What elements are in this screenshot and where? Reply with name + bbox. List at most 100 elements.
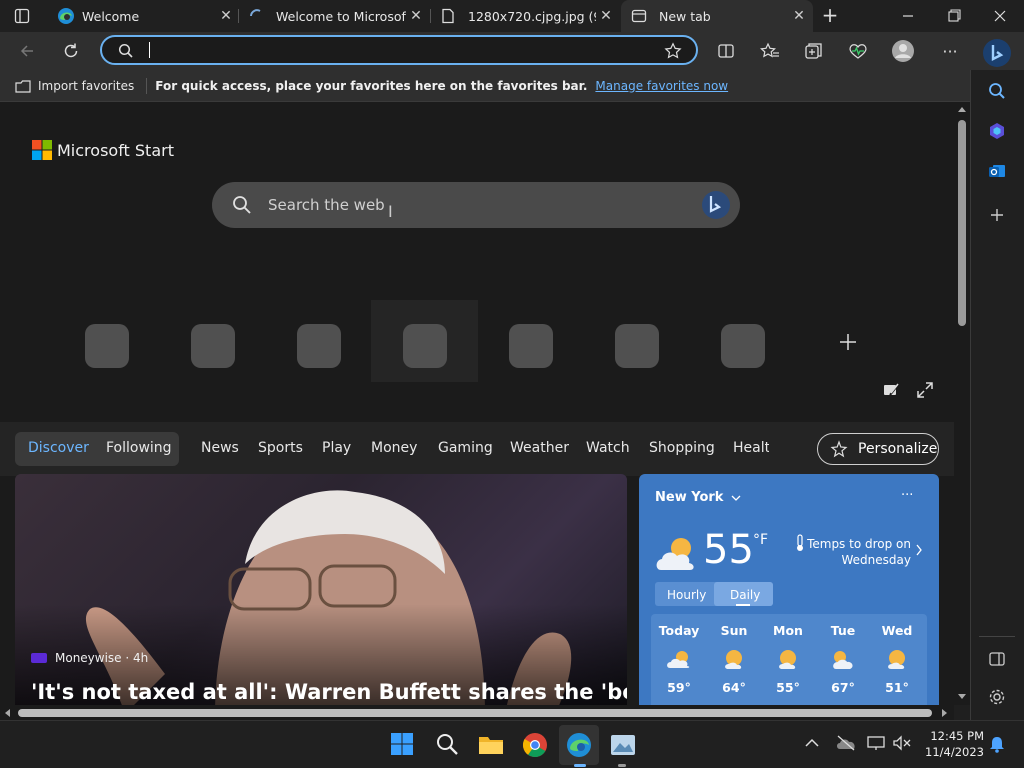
tab-hourly[interactable]: Hourly [667, 588, 706, 602]
horizontal-scrollbar[interactable] [0, 705, 954, 720]
sidebar-search-icon[interactable] [988, 82, 1006, 100]
vertical-scroll-thumb[interactable] [958, 120, 966, 326]
close-window-icon[interactable] [990, 8, 1010, 24]
outlook-icon[interactable] [988, 162, 1006, 180]
address-bar[interactable] [100, 35, 698, 65]
copilot-icon[interactable] [988, 122, 1006, 140]
weather-location-picker[interactable]: New York [655, 490, 741, 505]
expand-icon[interactable] [916, 381, 934, 399]
manage-favorites-link[interactable]: Manage favorites now [595, 79, 728, 93]
favorites-bar: Import favorites For quick access, place… [0, 70, 970, 102]
weather-card[interactable]: New York ··· 55 °F Temps to drop on Wedn… [639, 474, 939, 705]
nav-health[interactable]: Healtl [733, 440, 769, 456]
favorite-star-icon[interactable] [664, 42, 682, 60]
personalize-button[interactable]: Personalize [817, 433, 939, 465]
add-sidebar-app-icon[interactable] [988, 206, 1006, 224]
close-tab-icon[interactable]: ✕ [789, 6, 809, 26]
text-cursor [149, 42, 150, 58]
forecast-day[interactable]: Mon 55° [762, 614, 814, 695]
tab-image-file[interactable]: 1280x720.cjpg.jpg (960 ✕ [436, 0, 616, 32]
vertical-scrollbar[interactable] [954, 102, 970, 705]
tab-new-tab[interactable]: New tab ✕ [621, 0, 813, 32]
forecast-day[interactable]: Wed 51° [871, 614, 923, 695]
close-tab-icon[interactable]: ✕ [406, 6, 426, 26]
taskbar-search-icon[interactable] [435, 732, 459, 756]
system-clock[interactable]: 12:45 PM 11/4/2023 [918, 728, 984, 760]
refresh-icon[interactable] [58, 38, 84, 64]
nav-sports[interactable]: Sports [258, 440, 303, 456]
profile-avatar[interactable] [890, 38, 916, 64]
article-headline[interactable]: 'It's not taxed at all': Warren Buffett … [31, 680, 627, 704]
favorites-icon[interactable] [757, 38, 783, 64]
minimize-icon[interactable] [898, 8, 918, 24]
chevron-right-icon[interactable] [915, 544, 923, 556]
edge-taskbar-icon[interactable] [566, 732, 592, 758]
onedrive-offline-icon[interactable] [835, 735, 857, 751]
edge-icon [56, 6, 76, 26]
sidebar-settings-gear-icon[interactable] [988, 688, 1006, 706]
hide-sidebar-icon[interactable] [988, 650, 1006, 668]
tab-bar: Welcome ✕ Welcome to Microsoft E ✕ 1280x… [0, 0, 1024, 32]
nav-gaming[interactable]: Gaming [438, 440, 493, 456]
microsoft-start-logo[interactable]: Microsoft Start [32, 140, 174, 160]
notification-bell-icon[interactable] [988, 735, 1006, 753]
browser-essentials-icon[interactable] [845, 38, 871, 64]
quick-link-tile[interactable] [403, 324, 447, 368]
day-temp: 59° [667, 680, 691, 695]
tab-daily[interactable]: Daily [730, 588, 760, 602]
import-favorites-icon[interactable] [14, 78, 32, 94]
more-options-icon[interactable]: ··· [937, 38, 963, 64]
close-tab-icon[interactable]: ✕ [216, 6, 236, 26]
weather-more-icon[interactable]: ··· [901, 488, 913, 503]
quick-link-tile[interactable] [191, 324, 235, 368]
file-explorer-icon[interactable] [478, 732, 504, 756]
quick-link-tile[interactable] [615, 324, 659, 368]
collections-icon[interactable] [801, 38, 827, 64]
scroll-down-arrow-icon[interactable] [958, 694, 966, 700]
nav-news[interactable]: News [201, 440, 239, 456]
nav-shopping[interactable]: Shopping [649, 440, 715, 456]
windows-start-icon[interactable] [390, 732, 414, 756]
scroll-right-arrow-icon[interactable] [942, 709, 948, 717]
add-quick-link-icon[interactable] [836, 330, 860, 354]
forecast-day[interactable]: Today 59° [653, 614, 705, 695]
network-icon[interactable] [866, 735, 886, 751]
nav-play[interactable]: Play [322, 440, 351, 456]
tab-discover[interactable]: Discover [28, 440, 89, 456]
quick-link-tile[interactable] [509, 324, 553, 368]
tab-welcome-edge[interactable]: Welcome to Microsoft E ✕ [244, 0, 426, 32]
new-tab-plus-icon[interactable]: + [820, 5, 840, 26]
horizontal-scroll-thumb[interactable] [18, 709, 932, 717]
scroll-up-arrow-icon[interactable] [958, 106, 966, 112]
hero-article-card[interactable]: Moneywise · 4h 'It's not taxed at all': … [15, 474, 627, 705]
edit-background-icon[interactable] [882, 381, 900, 399]
split-screen-icon[interactable] [713, 38, 739, 64]
close-tab-icon[interactable]: ✕ [596, 6, 616, 26]
chrome-icon[interactable] [522, 732, 548, 758]
new-tab-page: Microsoft Start Search the web I Discove… [0, 102, 954, 705]
quick-link-tile[interactable] [721, 324, 765, 368]
restore-icon[interactable] [944, 8, 964, 24]
thermometer-icon [795, 534, 805, 552]
bing-chat-icon[interactable] [700, 189, 732, 221]
photos-app-icon[interactable] [610, 734, 636, 756]
tab-actions-icon[interactable] [14, 8, 30, 24]
show-hidden-icons-chevron[interactable] [805, 738, 819, 748]
scroll-left-arrow-icon[interactable] [4, 709, 10, 717]
forecast-day[interactable]: Tue 67° [817, 614, 869, 695]
quick-link-tile[interactable] [297, 324, 341, 368]
volume-muted-icon[interactable] [892, 735, 912, 751]
tab-following[interactable]: Following [106, 440, 172, 456]
nav-money[interactable]: Money [371, 440, 417, 456]
back-icon[interactable] [14, 38, 40, 64]
brand-name: Microsoft Start [57, 140, 174, 160]
web-search-box[interactable]: Search the web I [212, 182, 740, 228]
forecast-day[interactable]: Sun 64° [708, 614, 760, 695]
nav-weather[interactable]: Weather [510, 440, 569, 456]
weather-alert[interactable]: Temps to drop on Wednesday [805, 536, 911, 568]
nav-watch[interactable]: Watch [586, 440, 630, 456]
import-favorites-button[interactable]: Import favorites [38, 79, 134, 93]
bing-copilot-icon[interactable] [980, 36, 1014, 70]
quick-link-tile[interactable] [85, 324, 129, 368]
tab-welcome[interactable]: Welcome ✕ [50, 0, 236, 32]
